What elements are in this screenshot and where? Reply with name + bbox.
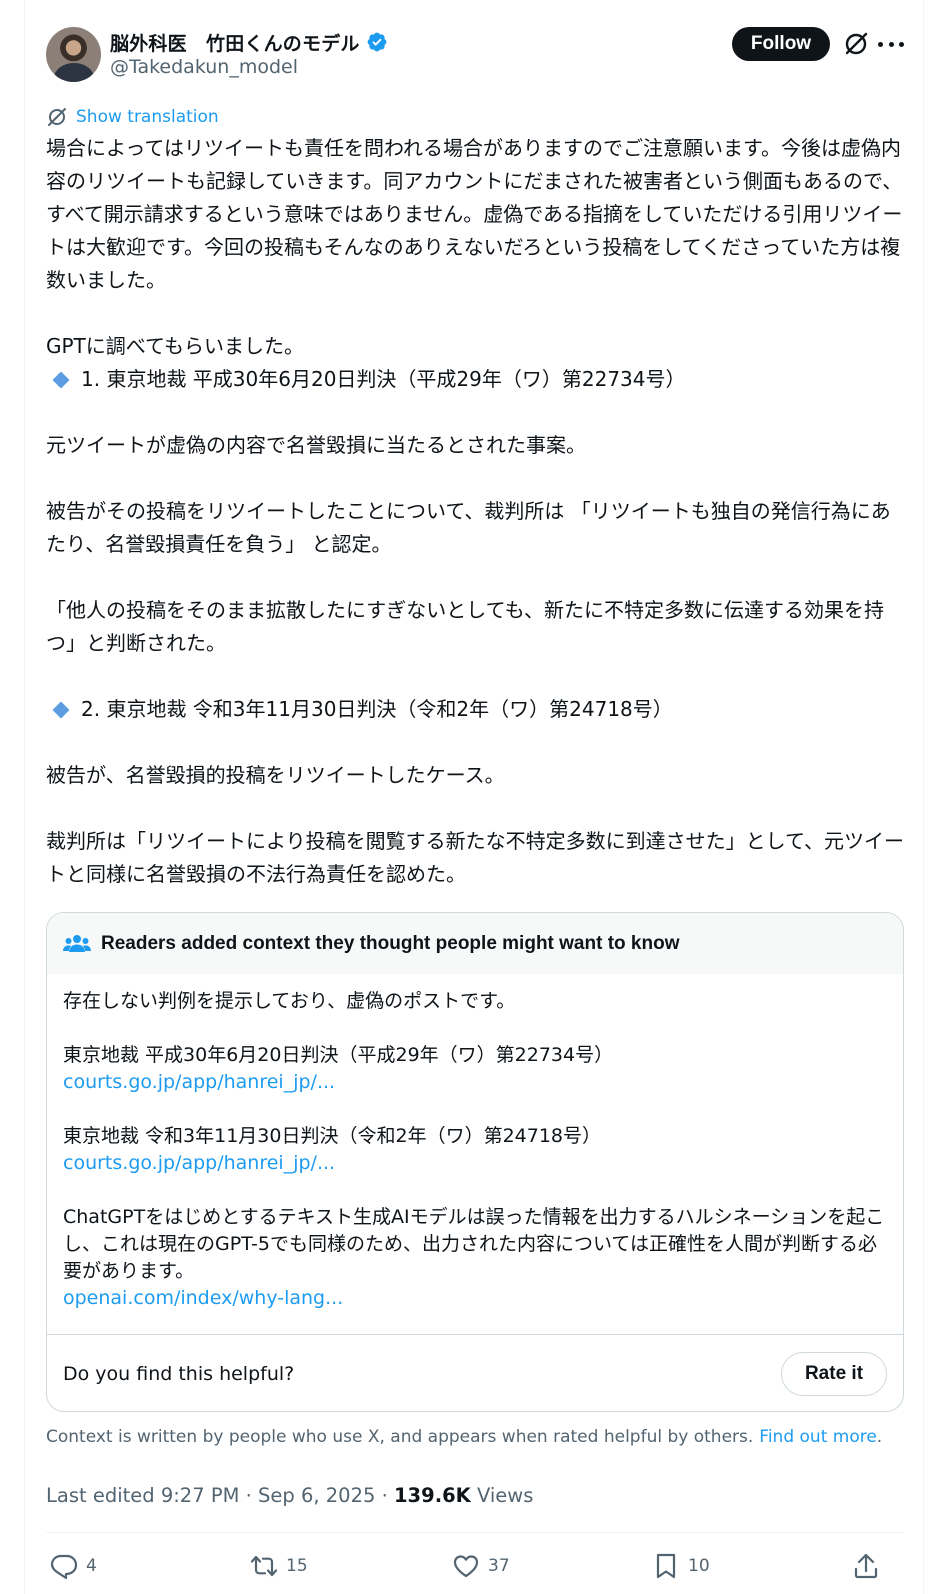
repost-button[interactable]: 15 <box>250 1546 308 1586</box>
translate-icon <box>48 108 66 126</box>
bookmark-count: 10 <box>688 1556 710 1576</box>
views-count: 139.6K <box>393 1484 471 1507</box>
post-text: 場合によってはリツイートも責任を問われる場合がありますのでご注意願います。今後は… <box>46 132 906 891</box>
post-paragraph: 裁判所は「リツイートにより投稿を閲覧する新たな不特定多数に到達させた」として、元… <box>46 829 904 886</box>
people-icon <box>63 934 91 952</box>
post-paragraph: GPTに調べてもらいました。 <box>46 334 304 358</box>
edited-timestamp[interactable]: Last edited 9:27 PM · Sep 6, 2025 · <box>46 1484 394 1507</box>
note-source-link[interactable]: courts.go.jp/app/hanrei_jp/... <box>63 1071 335 1093</box>
action-bar: 4 15 37 10 <box>46 1546 904 1586</box>
community-note-body: 存在しない判例を提示しており、虚偽のポストです。 東京地裁 平成30年6月20日… <box>47 974 903 1312</box>
post-bullet-line: 1. 東京地裁 平成30年6月20日判決（平成29年（ワ）第22734号） <box>46 363 906 396</box>
grok-icon[interactable] <box>842 30 870 58</box>
author-handle[interactable]: @Takedakun_model <box>110 56 298 78</box>
divider <box>46 1532 904 1533</box>
note-text: 存在しない判例を提示しており、虚偽のポストです。 <box>63 990 516 1012</box>
bookmark-icon <box>656 1553 676 1579</box>
post-paragraph: 被告がその投稿をリツイートしたことについて、裁判所は 「リツイートも独自の発信行… <box>46 499 891 556</box>
avatar[interactable] <box>46 27 101 82</box>
post-bullet-text: 2. 東京地裁 令和3年11月30日判決（令和2年（ワ）第24718号） <box>81 697 673 721</box>
like-button[interactable]: 37 <box>452 1546 510 1586</box>
reply-icon <box>50 1554 78 1580</box>
context-footer-period: . <box>876 1427 883 1447</box>
heart-icon <box>453 1555 479 1578</box>
reply-count: 4 <box>86 1556 97 1576</box>
share-icon <box>854 1553 878 1579</box>
context-footer-text: Context is written by people who use X, … <box>46 1427 754 1447</box>
helpful-question: Do you find this helpful? <box>63 1363 295 1385</box>
post-meta: Last edited 9:27 PM · Sep 6, 2025 · 139.… <box>46 1484 533 1507</box>
post-paragraph: 場合によってはリツイートも責任を問われる場合がありますのでご注意願います。今後は… <box>46 136 903 292</box>
context-footer: Context is written by people who use X, … <box>46 1427 882 1447</box>
post-paragraph: 「他人の投稿をそのまま拡散したにすぎないとしても、新たに不特定多数に伝達する効果… <box>46 598 884 655</box>
more-icon[interactable] <box>878 38 904 50</box>
follow-button[interactable]: Follow <box>732 27 830 61</box>
blue-diamond-icon <box>52 371 70 388</box>
note-rating-row: Do you find this helpful? Rate it <box>47 1334 903 1411</box>
post-bullet-line: 2. 東京地裁 令和3年11月30日判決（令和2年（ワ）第24718号） <box>46 693 906 726</box>
verified-badge-icon <box>367 32 387 52</box>
post-bullet-text: 1. 東京地裁 平成30年6月20日判決（平成29年（ワ）第22734号） <box>81 367 686 391</box>
find-out-more-link[interactable]: Find out more <box>759 1427 877 1447</box>
bookmark-button[interactable]: 10 <box>652 1546 710 1586</box>
repost-icon <box>250 1555 278 1577</box>
blue-diamond-icon <box>52 701 70 718</box>
rate-it-button[interactable]: Rate it <box>781 1352 887 1396</box>
note-source-link[interactable]: courts.go.jp/app/hanrei_jp/... <box>63 1152 335 1174</box>
note-case: 東京地裁 令和3年11月30日判決（令和2年（ワ）第24718号） <box>63 1125 602 1147</box>
post-paragraph: 被告が、名誉毀損的投稿をリツイートしたケース。 <box>46 763 505 787</box>
show-translation-link[interactable]: Show translation <box>46 106 219 128</box>
post-paragraph: 元ツイートが虚偽の内容で名誉毀損に当たるとされた事案。 <box>46 433 586 457</box>
community-note: Readers added context they thought peopl… <box>46 912 904 1412</box>
author-display-name[interactable]: 脳外科医 竹田くんのモデル <box>110 29 360 56</box>
note-text: ChatGPTをはじめとするテキスト生成AIモデルは誤った情報を出力するハルシネ… <box>63 1206 885 1282</box>
note-source-link[interactable]: openai.com/index/why-lang... <box>63 1287 343 1309</box>
show-translation-label[interactable]: Show translation <box>76 107 219 127</box>
note-case: 東京地裁 平成30年6月20日判決（平成29年（ワ）第22734号） <box>63 1044 614 1066</box>
views-label: Views <box>470 1484 534 1507</box>
like-count: 37 <box>488 1556 510 1576</box>
reply-button[interactable]: 4 <box>50 1546 97 1586</box>
share-button[interactable] <box>852 1546 880 1586</box>
repost-count: 15 <box>286 1556 308 1576</box>
community-note-title: Readers added context they thought peopl… <box>101 932 680 954</box>
author-name-row[interactable]: 脳外科医 竹田くんのモデル <box>110 28 388 56</box>
community-note-header: Readers added context they thought peopl… <box>47 913 903 974</box>
